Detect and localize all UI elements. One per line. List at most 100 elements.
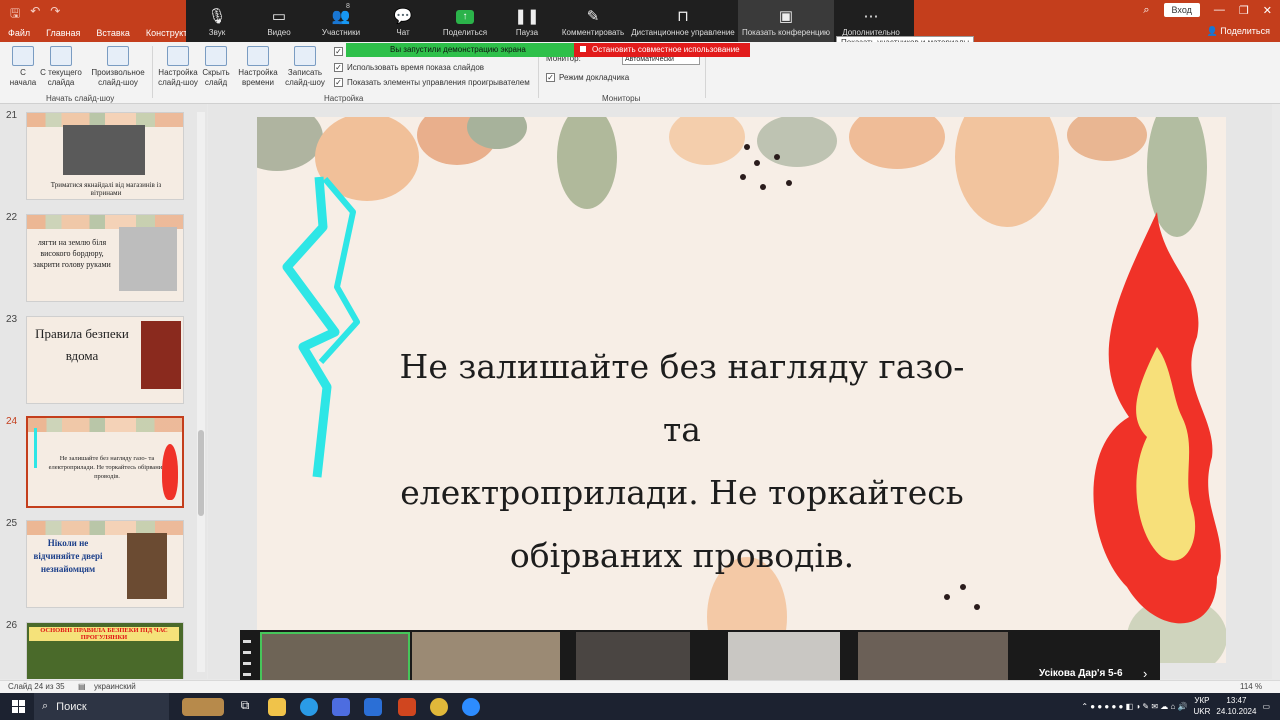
checkbox-media-controls[interactable]: ✓ Показать элементы управления проигрыва…	[334, 78, 530, 87]
windows-taskbar: ⌕ Поиск ⧉ ⌃ ● ● ● ● ● ◧ ◑ ✎ ✉ ☁ ⌂ 🔊 УКР …	[0, 693, 1280, 720]
chat-button[interactable]: 💬 Чат	[372, 0, 434, 42]
minimize-icon[interactable]: —	[1214, 4, 1225, 16]
slide-thumbnail-23[interactable]: Правила безпеки вдома	[26, 316, 184, 404]
slide-thumbnail-24[interactable]: Не залишайте без нагляду газо- та електр…	[26, 416, 184, 508]
checkbox-presenter-view[interactable]: ✓ Режим докладчика	[546, 73, 629, 82]
group-label-start: Начать слайд-шоу	[46, 94, 115, 103]
leaf	[757, 117, 837, 167]
chevron-right-icon[interactable]: ›	[1143, 666, 1147, 681]
person-icon: 👤	[1206, 26, 1218, 36]
notification-icon[interactable]: ▭	[1262, 702, 1270, 711]
titlebar-right: ⌕ Вход — ❐ ✕	[1143, 3, 1272, 17]
share-screen-button[interactable]: ↑ Поделиться	[434, 0, 496, 42]
slide-counter: Слайд 24 из 35	[8, 682, 65, 691]
stop-share-button[interactable]: Остановить совместное использование	[574, 43, 750, 57]
current-slide[interactable]: Не залишайте без нагляду газо- та електр…	[257, 117, 1226, 663]
tab-file[interactable]: Файл	[0, 24, 38, 42]
lightning-shape	[34, 428, 42, 468]
pause-share-button[interactable]: ❚❚ Пауза	[496, 0, 558, 42]
tray-icons[interactable]: ⌃ ● ● ● ● ● ◧ ◑ ✎ ✉ ☁ ⌂ 🔊	[1081, 702, 1187, 711]
group-label-setup: Настройка	[324, 94, 364, 103]
powerpoint-icon[interactable]	[398, 698, 416, 716]
play-slide-icon	[12, 46, 34, 66]
screen: 🖫 ↶ ↷ Файл Главная Вставка Конструкто ⌕ …	[0, 0, 1280, 720]
slide-body-text[interactable]: Не залишайте без нагляду газо- та електр…	[377, 335, 987, 587]
remote-control-icon: ⊓	[677, 8, 689, 25]
record-icon	[294, 46, 316, 66]
slide-thumbnail-21[interactable]: Триматися якнайдалі від магазинів із віт…	[26, 112, 184, 200]
media-player-icon[interactable]	[364, 698, 382, 716]
more-icon: ⋯	[863, 8, 879, 25]
zoom-level[interactable]: 114 %	[1240, 682, 1262, 691]
redo-icon[interactable]: ↷	[50, 4, 60, 25]
chrome-icon[interactable]	[430, 698, 448, 716]
windows-start-icon[interactable]	[12, 700, 25, 713]
share-button[interactable]: 👤 Поделиться	[1207, 26, 1270, 37]
restore-icon[interactable]: ❐	[1239, 4, 1249, 17]
leaf	[257, 117, 323, 171]
search-icon[interactable]: ⌕	[1143, 4, 1149, 17]
show-meeting-button[interactable]: ▣ Показать конференцию	[738, 0, 834, 42]
setup-show-button[interactable]: Настройка слайд-шоу	[156, 46, 200, 88]
save-app-icon[interactable]	[332, 698, 350, 716]
clock[interactable]: 13:47 24.10.2024	[1216, 695, 1256, 717]
thumbnails-scroll-thumb[interactable]	[198, 430, 204, 516]
thumbnails-scrollbar[interactable]	[197, 112, 205, 672]
tab-home[interactable]: Главная	[38, 24, 88, 42]
taskbar-search[interactable]: ⌕ Поиск	[34, 693, 169, 720]
leaf	[669, 117, 745, 165]
current-slide-icon	[50, 46, 72, 66]
weather-widget-icon[interactable]	[182, 698, 224, 716]
participants-button[interactable]: 👥 8 Участники	[310, 0, 372, 42]
from-current-button[interactable]: С текущего слайда	[38, 46, 84, 88]
undo-icon[interactable]: ↶	[30, 4, 40, 25]
video-button[interactable]: ▭ Видео	[248, 0, 310, 42]
close-icon[interactable]: ✕	[1263, 4, 1272, 17]
check-icon: ✓	[334, 47, 343, 56]
photo	[127, 533, 167, 599]
slide-number: 22	[6, 212, 18, 223]
task-view-icon[interactable]: ⧉	[236, 698, 254, 716]
leaf-decoration	[28, 418, 182, 432]
edge-icon[interactable]	[300, 698, 318, 716]
pause-icon: ❚❚	[514, 8, 540, 25]
save-icon[interactable]: 🖫	[10, 4, 20, 25]
hide-slide-icon	[205, 46, 227, 66]
spellcheck-icon[interactable]: ▤	[78, 682, 86, 691]
custom-show-button[interactable]: Произвольное слайд-шоу	[88, 46, 148, 88]
slide-thumbnail-26[interactable]: ОСНОВНІ ПРАВИЛА БЕЗПЕКИ ПІД ЧАС ПРОГУЛЯН…	[26, 622, 184, 679]
status-bar: Слайд 24 из 35 ▤ украинский 114 %	[0, 680, 1280, 693]
annotate-button[interactable]: ✎ Комментировать	[558, 0, 628, 42]
group-label-monitors: Мониторы	[602, 94, 641, 103]
slide-number: 23	[6, 314, 18, 325]
annotate-icon: ✎	[586, 8, 600, 25]
rehearse-timings-button[interactable]: Настройка времени	[236, 46, 280, 88]
slide-thumbnail-22[interactable]: лягти на землю біля високого бордюру, за…	[26, 214, 184, 302]
participant-name: Усікова Дар'я 5-6	[1039, 668, 1123, 679]
checkbox-use-timings[interactable]: ✓ Использовать время показа слайдов	[334, 63, 484, 72]
language-indicator[interactable]: УКР UKR	[1194, 695, 1211, 717]
illustration	[119, 227, 177, 291]
sign-in-button[interactable]: Вход	[1163, 3, 1200, 17]
remote-control-button[interactable]: ⊓ Дистанционное управление	[628, 0, 738, 42]
from-start-button[interactable]: С начала	[8, 46, 38, 88]
slide-thumbnail-25[interactable]: Ніколи не відчиняйте двері незнайомцям	[26, 520, 184, 608]
show-meeting-icon: ▣	[778, 8, 794, 25]
tab-insert[interactable]: Вставка	[88, 24, 137, 42]
search-icon: ⌕	[42, 700, 49, 712]
flame-shape	[162, 444, 178, 500]
language-indicator[interactable]: украинский	[94, 682, 136, 691]
slide-number: 21	[6, 110, 18, 121]
video-camera-icon: ▭	[271, 8, 287, 25]
participants-count: 8	[346, 3, 350, 10]
audio-button[interactable]: 🎙 Звук	[186, 0, 248, 42]
leaf	[1067, 117, 1147, 161]
quick-access-toolbar: 🖫 ↶ ↷	[10, 4, 60, 25]
file-explorer-icon[interactable]	[268, 698, 286, 716]
record-show-button[interactable]: Записать слайд-шоу	[280, 46, 330, 88]
slide-thumbnails-pane: 21 Триматися якнайдалі від магазинів із …	[0, 104, 207, 679]
check-icon: ✓	[546, 73, 555, 82]
zoom-app-icon[interactable]	[462, 698, 480, 716]
gallery-controls[interactable]	[243, 640, 255, 676]
hide-slide-button[interactable]: Скрыть слайд	[200, 46, 232, 88]
